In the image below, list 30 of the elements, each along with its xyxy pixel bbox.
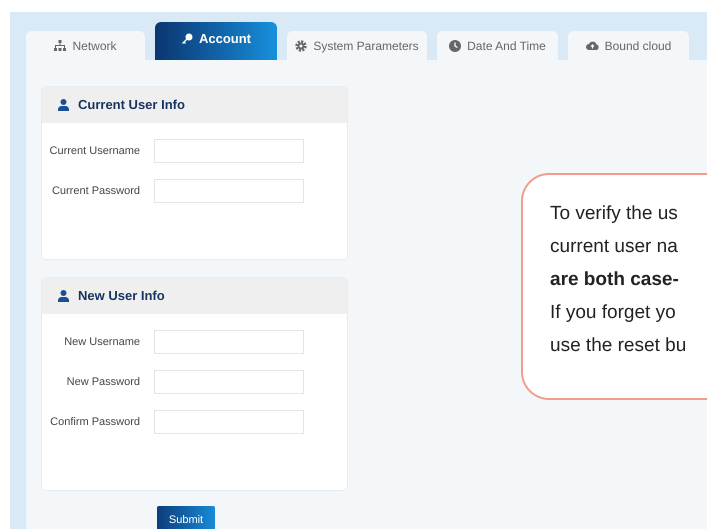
field-label: New Username [63,334,141,350]
gear-icon [295,40,308,52]
note-line: If you forget yo [550,301,677,325]
field-label: Current Username [48,144,141,159]
submit-button[interactable]: Submit [157,506,215,529]
clock-icon [449,40,462,52]
card-title: Current User Info [78,96,185,114]
note-line: To verify the us [550,202,679,226]
field-label: Confirm Password [49,414,141,430]
input-field[interactable] [154,410,304,434]
network-icon [54,40,66,52]
note-line: use the reset bu [550,334,688,358]
key-icon [181,33,193,45]
tab[interactable]: System Parameters [287,31,427,60]
input-field[interactable] [154,330,304,354]
tab[interactable]: Account [155,22,277,60]
user-icon [58,99,69,111]
note-line: are both case- [550,268,680,292]
cloud-upload-icon [586,40,599,51]
field-label: New Password [66,374,141,390]
card-title: New User Info [78,287,165,306]
user-icon [58,290,69,302]
field-label: Current Password [50,184,141,199]
tab[interactable]: Bound cloud [568,31,689,60]
note-line: current user na [550,235,679,259]
input-field[interactable] [154,179,304,203]
input-field[interactable] [154,370,304,394]
tab[interactable]: Network [26,31,145,60]
tab[interactable]: Date And Time [437,31,558,60]
input-field[interactable] [154,139,304,163]
